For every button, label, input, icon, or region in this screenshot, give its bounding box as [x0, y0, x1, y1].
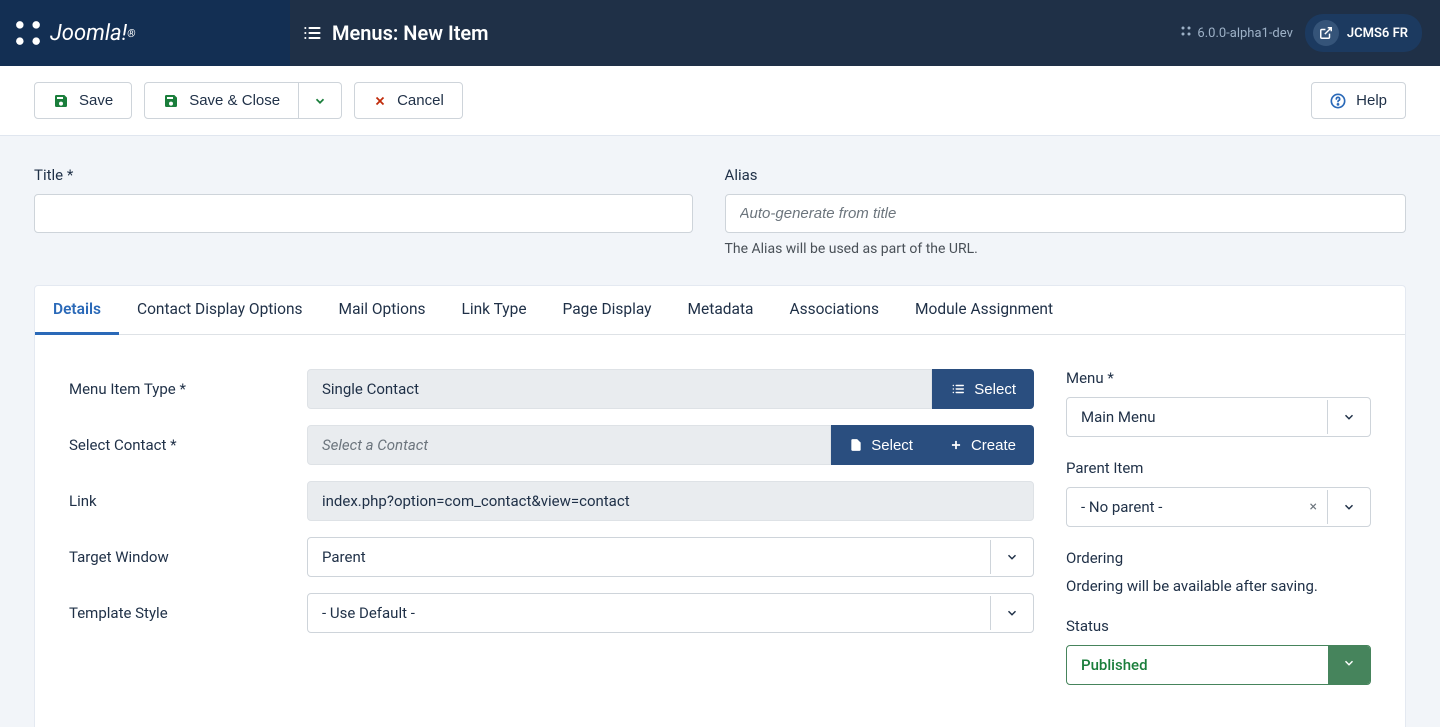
chevron-down-icon	[1327, 490, 1370, 524]
parent-item-label: Parent Item	[1066, 459, 1371, 477]
select-contact-label: Select Contact *	[69, 436, 307, 454]
target-window-value: Parent	[308, 538, 990, 576]
plus-icon	[949, 438, 963, 452]
chevron-down-icon	[990, 540, 1033, 574]
ordering-description: Ordering will be available after saving.	[1066, 577, 1371, 595]
tab-page-display[interactable]: Page Display	[545, 286, 670, 334]
tab-associations[interactable]: Associations	[771, 286, 897, 334]
status-select[interactable]: Published	[1066, 645, 1371, 685]
select-contact-value: Select a Contact	[307, 425, 831, 465]
tab-link-type[interactable]: Link Type	[444, 286, 545, 334]
link-value: index.php?option=com_contact&view=contac…	[307, 481, 1034, 521]
brand-area[interactable]: Joomla! ®	[0, 0, 290, 66]
save-close-button[interactable]: Save & Close	[144, 82, 299, 119]
tab-module-assignment[interactable]: Module Assignment	[897, 286, 1071, 334]
page-title: Menus: New Item	[332, 21, 489, 45]
parent-item-value: - No parent -	[1067, 488, 1300, 526]
ordering-label: Ordering	[1066, 549, 1371, 567]
template-style-label: Template Style	[69, 604, 307, 622]
menu-label: Menu *	[1066, 369, 1371, 387]
external-link-icon	[1313, 20, 1339, 46]
tab-details[interactable]: Details	[35, 286, 119, 335]
help-button[interactable]: Help	[1311, 82, 1406, 119]
title-label: Title *	[34, 166, 693, 184]
cancel-button[interactable]: Cancel	[354, 82, 463, 119]
tab-mail-options[interactable]: Mail Options	[321, 286, 444, 334]
save-icon	[163, 93, 179, 109]
tab-metadata[interactable]: Metadata	[670, 286, 772, 334]
target-window-select[interactable]: Parent	[307, 537, 1034, 577]
save-icon	[53, 93, 69, 109]
chevron-down-icon	[990, 596, 1033, 630]
page-title-area: Menus: New Item	[290, 21, 489, 45]
alias-label: Alias	[725, 166, 1406, 184]
clear-icon[interactable]: ×	[1300, 499, 1327, 515]
tabs-panel: Details Contact Display Options Mail Opt…	[34, 285, 1406, 727]
template-style-value: - Use Default -	[308, 594, 990, 632]
file-icon	[849, 438, 863, 452]
details-form: Menu Item Type * Single Contact Select S…	[69, 369, 1034, 707]
tabs-bar: Details Contact Display Options Mail Opt…	[35, 286, 1405, 335]
parent-item-select[interactable]: - No parent - ×	[1066, 487, 1371, 527]
main-content: Title * Alias The Alias will be used as …	[0, 136, 1440, 727]
contact-create-button[interactable]: Create	[931, 425, 1034, 465]
menu-select[interactable]: Main Menu	[1066, 397, 1371, 437]
list-icon	[302, 23, 322, 43]
save-close-group: Save & Close	[144, 82, 342, 119]
menu-item-type-value: Single Contact	[307, 369, 932, 409]
chevron-down-icon	[313, 94, 327, 108]
contact-select-button[interactable]: Select	[831, 425, 931, 465]
save-dropdown-button[interactable]	[299, 82, 342, 119]
status-label: Status	[1066, 617, 1371, 635]
header-right: 6.0.0-alpha1-dev JCMS6 FR	[1180, 14, 1440, 52]
chevron-down-icon	[1328, 646, 1370, 684]
site-switcher[interactable]: JCMS6 FR	[1305, 14, 1422, 52]
menu-item-type-select-button[interactable]: Select	[932, 369, 1034, 409]
menu-value: Main Menu	[1067, 398, 1327, 436]
link-label: Link	[69, 492, 307, 510]
alias-hint: The Alias will be used as part of the UR…	[725, 241, 1406, 257]
target-window-label: Target Window	[69, 548, 307, 566]
joomla-small-icon	[1180, 25, 1192, 37]
version-label: 6.0.0-alpha1-dev	[1180, 25, 1293, 41]
status-value: Published	[1067, 646, 1328, 684]
title-input[interactable]	[34, 194, 693, 233]
close-icon	[373, 94, 387, 108]
alias-input[interactable]	[725, 194, 1406, 233]
save-button[interactable]: Save	[34, 82, 132, 119]
sidebar-form: Menu * Main Menu Parent Item - No parent…	[1066, 369, 1371, 707]
tab-contact-display[interactable]: Contact Display Options	[119, 286, 321, 334]
menu-item-type-label: Menu Item Type *	[69, 380, 307, 398]
help-icon	[1330, 93, 1346, 109]
action-toolbar: Save Save & Close Cancel Help	[0, 66, 1440, 136]
list-icon	[950, 382, 966, 396]
chevron-down-icon	[1327, 400, 1370, 434]
template-style-select[interactable]: - Use Default -	[307, 593, 1034, 633]
brand-text: Joomla!	[50, 21, 127, 46]
joomla-mark-icon	[14, 19, 42, 47]
joomla-logo: Joomla! ®	[14, 19, 136, 47]
site-name: JCMS6 FR	[1347, 26, 1408, 41]
app-header: Joomla! ® Menus: New Item 6.0.0-alpha1-d…	[0, 0, 1440, 66]
